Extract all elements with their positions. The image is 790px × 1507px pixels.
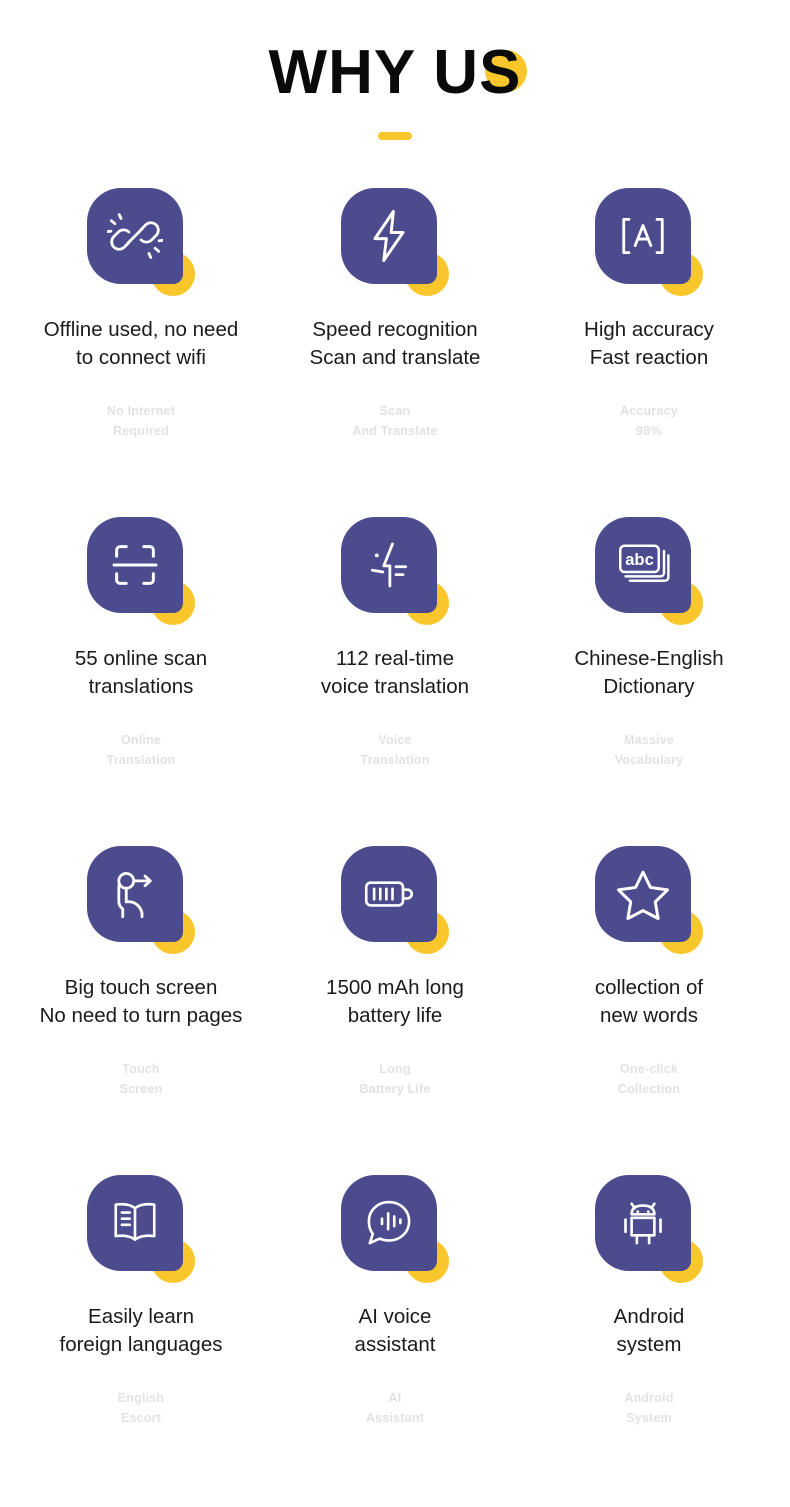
feature-title: Speed recognition Scan and translate: [309, 318, 481, 369]
feature-subtitle: Online Translation: [106, 733, 176, 768]
feature-grid: Offline used, no need to connect wifi No …: [0, 188, 790, 1504]
battery-full-icon: [361, 866, 417, 922]
feature-subtitle: Android System: [624, 1391, 674, 1426]
feature-subtitle: No Internet Required: [106, 404, 176, 439]
feature-card[interactable]: 1500 mAh long battery life Long Battery L…: [268, 846, 522, 1175]
icon-background: [595, 846, 691, 942]
feature-icon-tile: [595, 846, 703, 954]
page-title: WHY US: [268, 38, 528, 107]
icon-background: [87, 1175, 183, 1271]
feature-title: High accuracy Fast reaction: [584, 318, 714, 369]
abc-cards-icon: [615, 537, 671, 593]
feature-icon-tile: [341, 517, 449, 625]
feature-icon-tile: [87, 188, 195, 296]
feature-title: collection of new words: [594, 976, 704, 1027]
icon-background: [595, 1175, 691, 1271]
feature-subtitle: Long Battery Life: [359, 1062, 431, 1097]
letter-a-brackets-icon: [615, 208, 671, 264]
feature-card[interactable]: 55 online scan translations Online Transl…: [14, 517, 268, 846]
open-book-icon: [107, 1195, 163, 1251]
feature-title: AI voice assistant: [354, 1305, 436, 1356]
icon-background: [595, 188, 691, 284]
feature-icon-tile: [87, 846, 195, 954]
feature-icon-tile: [595, 188, 703, 296]
feature-title: Easily learn foreign languages: [59, 1305, 223, 1356]
feature-card[interactable]: AI voice assistant AI Assistant: [268, 1175, 522, 1504]
feature-title: 112 real-time voice translation: [320, 647, 470, 698]
feature-title: Offline used, no need to connect wifi: [43, 318, 239, 369]
feature-subtitle: Scan And Translate: [352, 404, 438, 439]
feature-title: Chinese-English Dictionary: [574, 647, 724, 698]
feature-subtitle: AI Assistant: [365, 1391, 425, 1426]
feature-icon-tile: [595, 1175, 703, 1283]
title-underline-divider: [378, 132, 412, 140]
feature-icon-tile: [341, 846, 449, 954]
feature-card[interactable]: Offline used, no need to connect wifi No …: [14, 188, 268, 517]
broken-link-offline-icon: [107, 208, 163, 264]
feature-title: Android system: [613, 1305, 685, 1356]
feature-card[interactable]: High accuracy Fast reaction Accuracy 98%: [522, 188, 776, 517]
feature-subtitle: Voice Translation: [360, 733, 430, 768]
star-icon: [615, 866, 671, 922]
feature-subtitle: Touch Screen: [119, 1062, 163, 1097]
feature-card[interactable]: Android system Android System: [522, 1175, 776, 1504]
icon-background: [341, 846, 437, 942]
feature-subtitle: One-click Collection: [617, 1062, 681, 1097]
feature-icon-tile: [87, 517, 195, 625]
voice-profile-icon: [361, 537, 417, 593]
touch-swipe-hand-icon: [107, 866, 163, 922]
feature-card[interactable]: collection of new words One-click Collect…: [522, 846, 776, 1175]
feature-card[interactable]: Big touch screen No need to turn pages To…: [14, 846, 268, 1175]
page-title-text: WHY US: [268, 38, 522, 107]
feature-card[interactable]: Speed recognition Scan and translate Scan…: [268, 188, 522, 517]
feature-title: 1500 mAh long battery life: [326, 976, 464, 1027]
feature-icon-tile: [341, 188, 449, 296]
feature-title: 55 online scan translations: [74, 647, 208, 698]
icon-background: [341, 517, 437, 613]
android-robot-icon: [615, 1195, 671, 1251]
icon-background: [87, 517, 183, 613]
icon-background: [595, 517, 691, 613]
feature-card[interactable]: Easily learn foreign languages English Es…: [14, 1175, 268, 1504]
feature-card[interactable]: Chinese-English Dictionary Massive Vocabu…: [522, 517, 776, 846]
feature-icon-tile: [341, 1175, 449, 1283]
lightning-bolt-icon: [361, 208, 417, 264]
feature-title: Big touch screen No need to turn pages: [39, 976, 243, 1027]
icon-background: [87, 846, 183, 942]
feature-subtitle: Massive Vocabulary: [614, 733, 684, 768]
voice-chat-bubble-icon: [361, 1195, 417, 1251]
icon-background: [341, 1175, 437, 1271]
icon-background: [87, 188, 183, 284]
feature-icon-tile: [595, 517, 703, 625]
page-header: WHY US: [0, 0, 790, 140]
icon-background: [341, 188, 437, 284]
feature-subtitle: English Escort: [117, 1391, 165, 1426]
scan-frame-icon: [107, 537, 163, 593]
feature-card[interactable]: 112 real-time voice translation Voice Tra…: [268, 517, 522, 846]
why-us-page: WHY US Offline used, no need to connect …: [0, 0, 790, 1507]
feature-icon-tile: [87, 1175, 195, 1283]
feature-subtitle: Accuracy 98%: [620, 404, 678, 439]
